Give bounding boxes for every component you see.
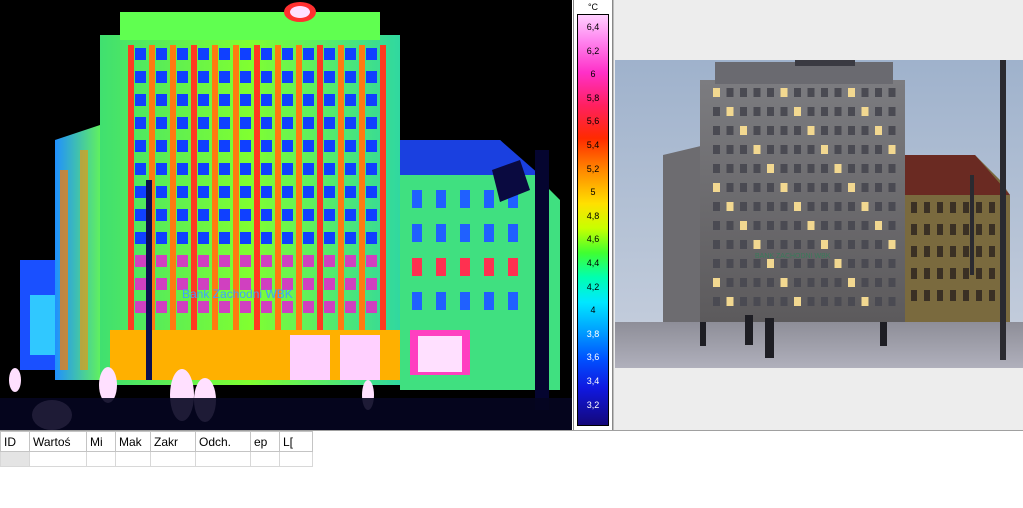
- scale-tick-label: 4: [590, 305, 596, 316]
- scale-tick-label: 6,2: [586, 45, 600, 56]
- table-cell[interactable]: [250, 451, 280, 467]
- scale-tick-label: 6,4: [586, 22, 600, 32]
- column-header[interactable]: Mak: [115, 431, 151, 452]
- measurements-panel: ID Wartoś Mi Mak Zakr Odch. ep L[: [0, 430, 1023, 508]
- column-header[interactable]: Mi: [86, 431, 116, 452]
- column-header[interactable]: Wartoś: [29, 431, 87, 452]
- scale-tick-label: 5: [590, 187, 596, 198]
- table-cell[interactable]: [29, 451, 87, 467]
- scale-tick-label: 3,8: [586, 328, 600, 339]
- table-cell[interactable]: [195, 451, 251, 467]
- visual-photo: BANK ZACHODNI WBK: [615, 60, 1023, 368]
- thermal-image-panel[interactable]: Bank Zachodni WBK: [0, 0, 572, 430]
- scale-tick-label: 4,6: [586, 234, 600, 245]
- scale-unit-label: °C: [587, 2, 599, 12]
- measurements-table: ID Wartoś Mi Mak Zakr Odch. ep L[: [0, 431, 313, 467]
- column-header[interactable]: ID: [0, 431, 30, 452]
- column-header[interactable]: ep: [250, 431, 280, 452]
- table-row[interactable]: [0, 451, 313, 467]
- column-header[interactable]: Odch.: [195, 431, 251, 452]
- table-cell[interactable]: [86, 451, 116, 467]
- scale-tick-label: 6: [590, 69, 596, 80]
- scale-tick-label: 3,4: [586, 376, 600, 386]
- scale-tick-label: 5,6: [586, 116, 600, 127]
- table-cell[interactable]: [150, 451, 196, 467]
- column-header[interactable]: Zakr: [150, 431, 196, 452]
- thermal-image: Bank Zachodni WBK: [0, 2, 572, 430]
- scale-tick-label: 3,6: [586, 352, 600, 363]
- column-header[interactable]: L[: [279, 431, 313, 452]
- thermal-sign-text: Bank Zachodni WBK: [182, 287, 293, 301]
- scale-tick-label: 5,2: [586, 163, 600, 174]
- scale-tick-label: 4,2: [586, 281, 600, 292]
- temperature-color-scale[interactable]: °C 6,4 6,2 6 5,8 5,6 5,4 5,2 5 4,8 4,6 4,4 4,2 4 3,8 3…: [573, 0, 613, 430]
- scale-tick-label: 3,2: [586, 399, 600, 410]
- table-cell[interactable]: [279, 451, 313, 467]
- scale-tick-label: 4,4: [586, 258, 600, 268]
- table-cell[interactable]: [0, 451, 30, 467]
- scale-tick-label: 5,4: [586, 140, 600, 150]
- scale-tick-label: 5,8: [586, 92, 600, 103]
- photo-sign-text: BANK ZACHODNI WBK: [755, 253, 831, 260]
- visual-photo-panel[interactable]: BANK ZACHODNI WBK: [613, 0, 1023, 430]
- table-cell[interactable]: [115, 451, 151, 467]
- scale-tick-label: 4,8: [586, 210, 600, 221]
